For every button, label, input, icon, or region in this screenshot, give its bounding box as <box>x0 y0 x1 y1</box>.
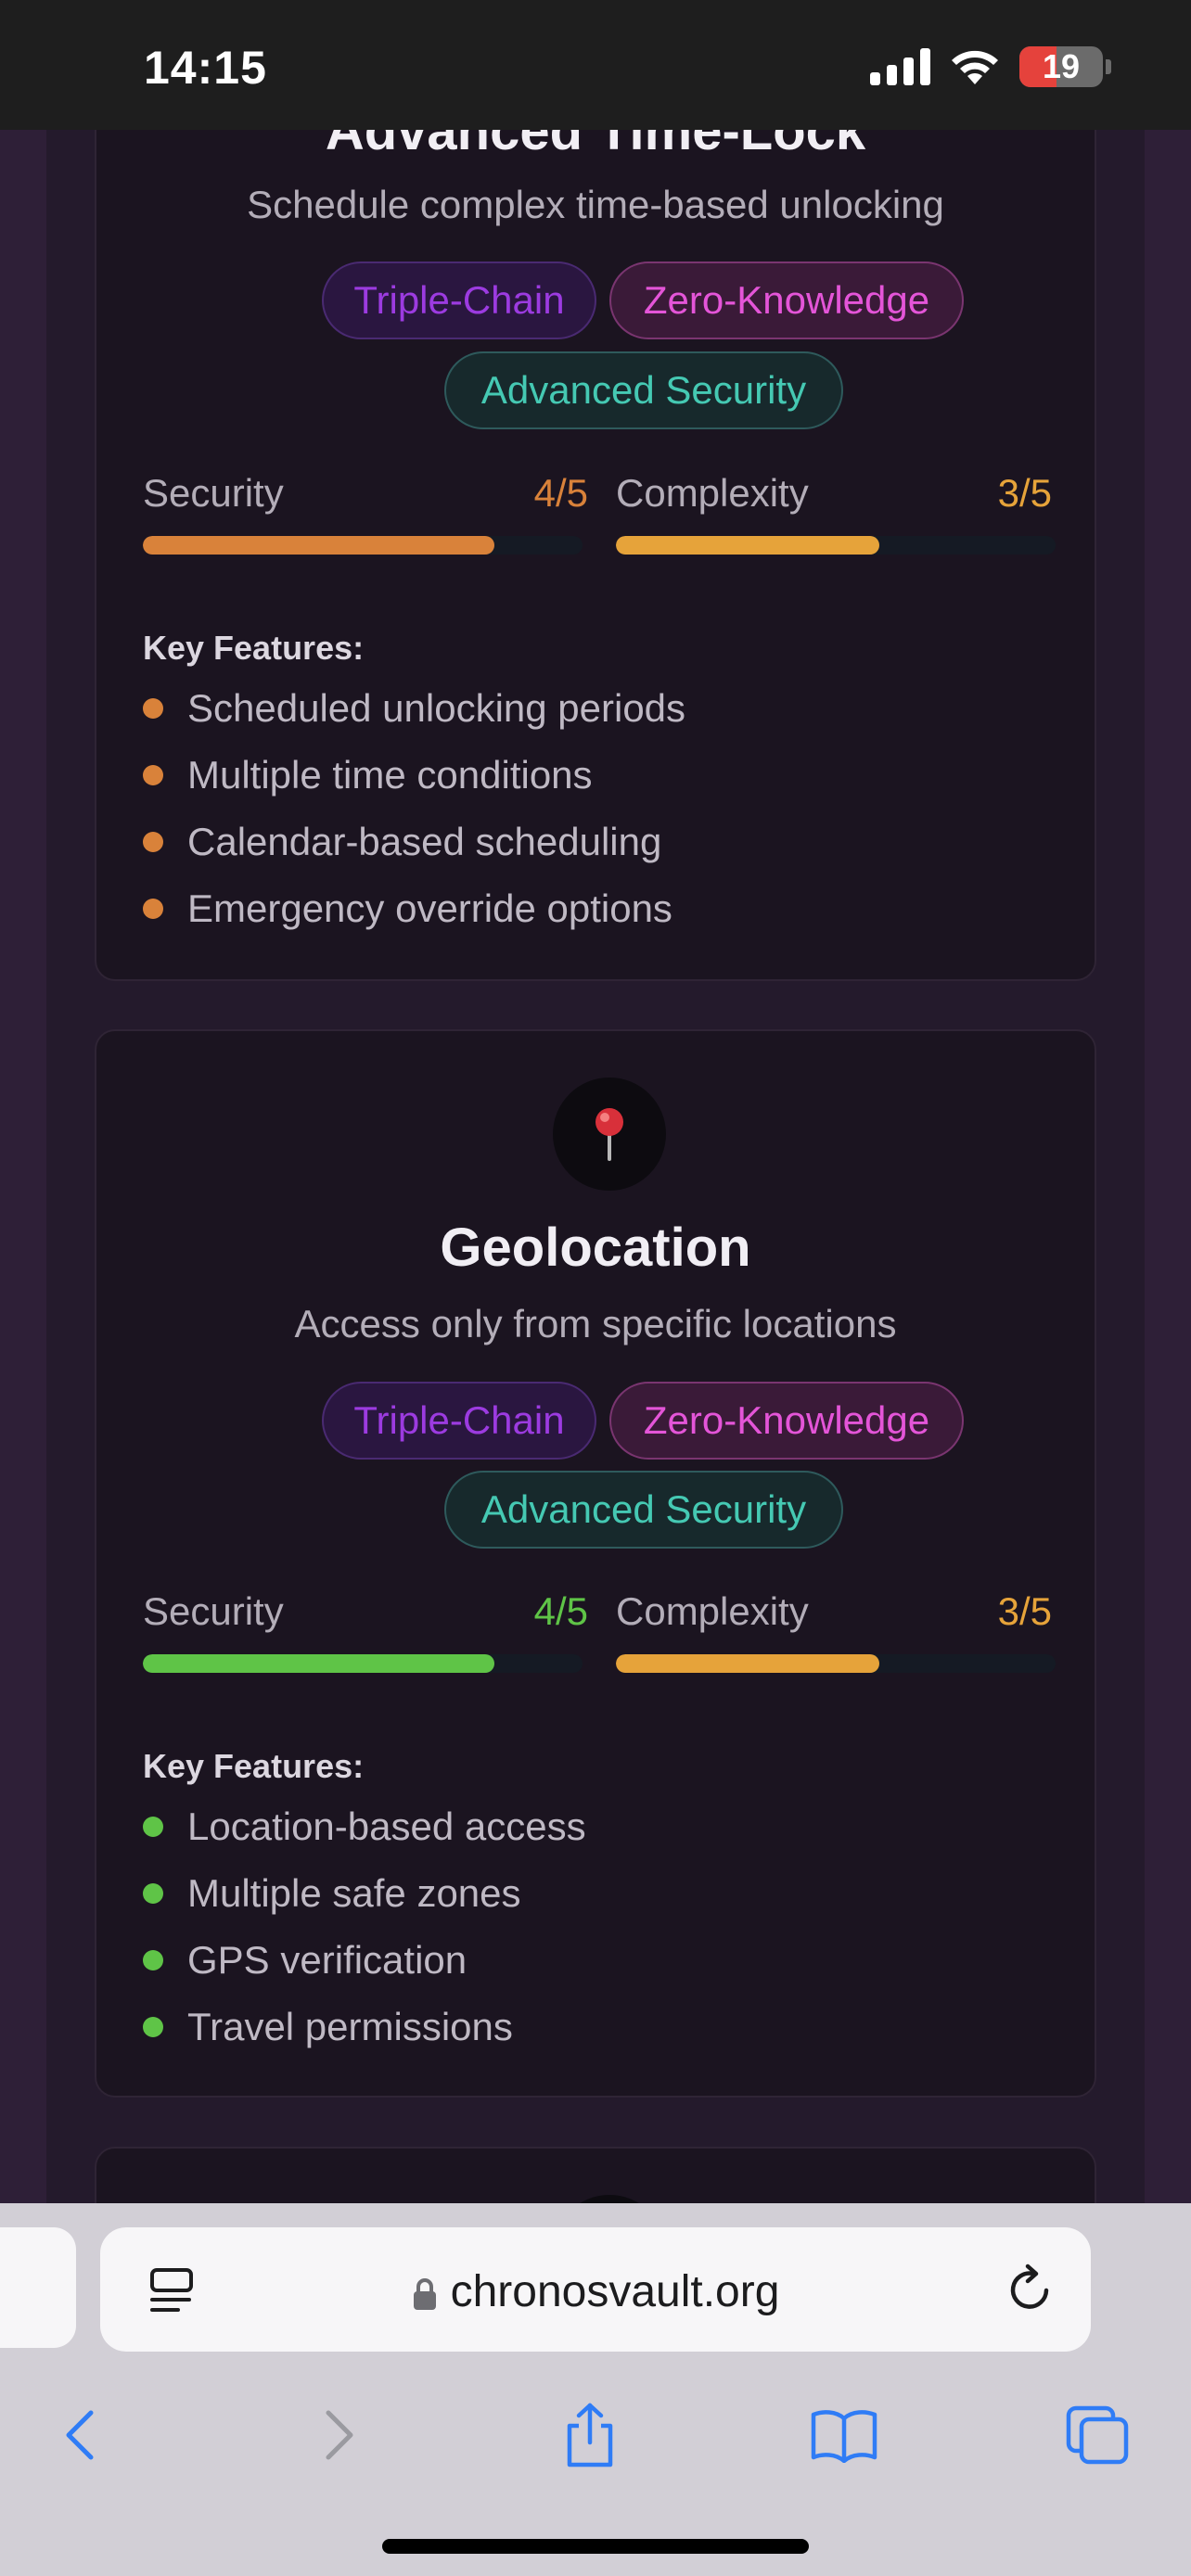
list-item: GPS verification <box>143 1938 467 1983</box>
web-content[interactable]: Advanced Time-Lock Schedule complex time… <box>0 130 1191 2205</box>
security-label: Security <box>143 1589 284 1633</box>
complexity-label: Complexity <box>616 1589 809 1633</box>
list-item: Travel permissions <box>143 2005 513 2049</box>
security-value: 4/5 <box>533 1589 588 1633</box>
features-title: Key Features: <box>143 629 365 667</box>
complexity-value: 3/5 <box>997 471 1052 515</box>
battery-level: 19 <box>1042 47 1081 85</box>
tag-advanced-security: Advanced Security <box>444 351 843 429</box>
url-text: chronosvault.org <box>450 2267 780 2316</box>
forward-button[interactable] <box>293 2389 386 2481</box>
list-item: Location-based access <box>143 1804 586 1849</box>
tag-zero-knowledge: Zero-Knowledge <box>609 1382 964 1460</box>
reload-icon[interactable] <box>1005 2263 1056 2316</box>
feature-card-time-lock[interactable]: Advanced Time-Lock Schedule complex time… <box>95 130 1096 981</box>
address-bar[interactable]: chronosvault.org <box>100 2227 1091 2352</box>
tag-advanced-security: Advanced Security <box>444 1471 843 1549</box>
tabs-icon <box>1066 2405 1129 2465</box>
chevron-left-icon <box>66 2410 94 2460</box>
security-bar <box>143 1654 583 1673</box>
battery-indicator: 19 <box>1019 46 1111 87</box>
wifi-icon <box>952 50 998 84</box>
list-item: Multiple time conditions <box>143 753 593 797</box>
back-button[interactable] <box>33 2389 126 2481</box>
url-display[interactable]: chronosvault.org <box>100 2266 1091 2317</box>
security-label: Security <box>143 471 284 515</box>
complexity-label: Complexity <box>616 471 809 515</box>
chevron-right-icon <box>326 2410 353 2460</box>
list-item: Scheduled unlocking periods <box>143 686 685 731</box>
tabs-button[interactable] <box>1051 2389 1144 2481</box>
browser-nav <box>0 2389 1191 2491</box>
list-item: Multiple safe zones <box>143 1871 521 1916</box>
share-button[interactable] <box>544 2389 636 2481</box>
security-bar <box>143 536 583 555</box>
share-icon <box>567 2403 613 2468</box>
book-icon <box>811 2410 877 2463</box>
complexity-bar <box>616 1654 1056 1673</box>
tag-triple-chain: Triple-Chain <box>322 261 596 339</box>
bookmarks-button[interactable] <box>798 2389 890 2481</box>
status-bar: 14:15 19 <box>0 0 1191 130</box>
pushpin-icon <box>553 1078 666 1191</box>
home-indicator <box>382 2539 809 2554</box>
feature-card-next[interactable] <box>95 2147 1096 2205</box>
card-subtitle: Access only from specific locations <box>294 1302 897 1345</box>
complexity-bar <box>616 536 1056 555</box>
content-column: Advanced Time-Lock Schedule complex time… <box>46 130 1145 2205</box>
status-time: 14:15 <box>144 42 267 94</box>
list-item: Calendar-based scheduling <box>143 820 661 864</box>
tag-zero-knowledge: Zero-Knowledge <box>609 261 964 339</box>
card-title: Geolocation <box>440 1218 751 1278</box>
lock-icon <box>413 2278 436 2311</box>
browser-toolbar: chronosvault.org <box>0 2203 1191 2576</box>
complexity-value: 3/5 <box>997 1589 1052 1633</box>
feature-card-geolocation[interactable]: Geolocation Access only from specific lo… <box>95 1029 1096 2098</box>
features-title: Key Features: <box>143 1747 365 1785</box>
card-subtitle: Schedule complex time-based unlocking <box>247 183 944 226</box>
cellular-signal-icon <box>870 48 930 85</box>
tag-triple-chain: Triple-Chain <box>322 1382 596 1460</box>
security-value: 4/5 <box>533 471 588 515</box>
card-title: Advanced Time-Lock <box>325 130 866 161</box>
list-item: Emergency override options <box>143 886 672 931</box>
status-icons: 19 <box>870 46 1111 87</box>
previous-tab-preview[interactable] <box>0 2227 76 2348</box>
